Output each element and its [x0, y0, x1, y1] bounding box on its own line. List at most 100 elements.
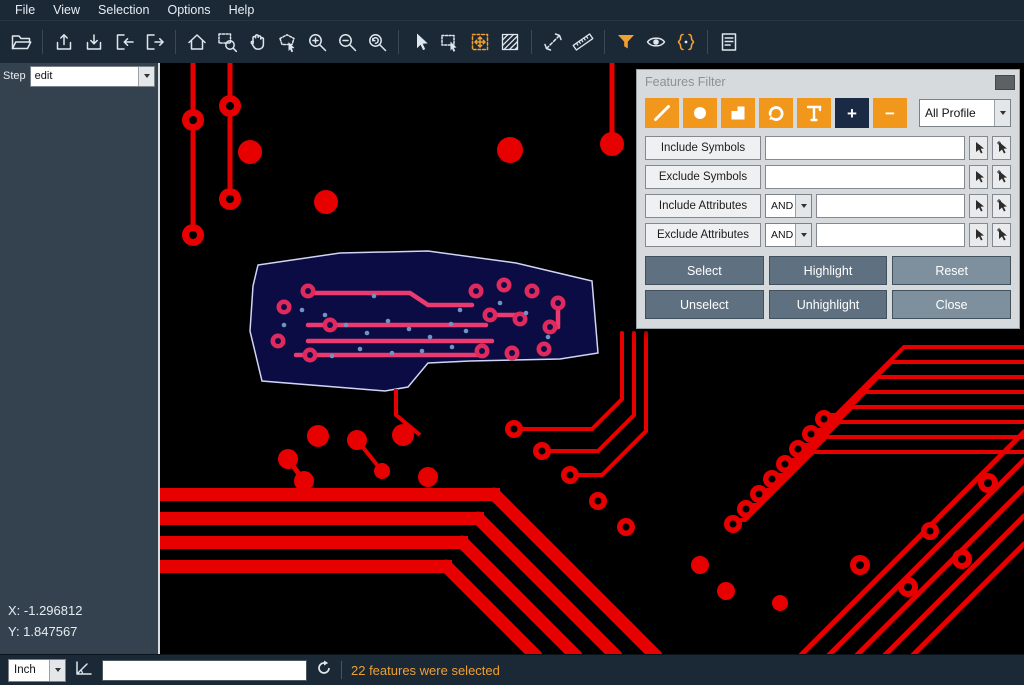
features-filter-dialog: Features Filter + − All Profile — [636, 69, 1020, 329]
import-top-icon[interactable] — [79, 27, 109, 57]
select-area-icon[interactable] — [435, 27, 465, 57]
toolbar-separator — [531, 30, 532, 54]
menubar: File View Selection Options Help — [0, 0, 1024, 20]
include-attributes-input[interactable] — [816, 194, 965, 218]
dialog-titlebar[interactable]: Features Filter — [637, 70, 1019, 94]
units-value: Inch — [9, 664, 49, 676]
measure-ruler-icon[interactable] — [568, 27, 598, 57]
remove-filter-button[interactable]: − — [873, 98, 907, 128]
dialog-buttons: Select Highlight Reset Unselect Unhighli… — [637, 252, 1019, 328]
menu-file[interactable]: File — [6, 0, 44, 20]
zoom-in-icon[interactable] — [302, 27, 332, 57]
exclude-symbols-label[interactable]: Exclude Symbols — [645, 165, 761, 189]
include-attributes-pick-button[interactable] — [969, 194, 988, 218]
features-filter-icon[interactable] — [611, 27, 641, 57]
toolbar-separator — [604, 30, 605, 54]
exclude-symbols-row: Exclude Symbols — [645, 165, 1011, 189]
show-eye-icon[interactable] — [641, 27, 671, 57]
exclude-symbols-pick-button[interactable] — [969, 165, 988, 189]
surface-tool-button[interactable] — [721, 98, 755, 128]
menu-selection[interactable]: Selection — [89, 0, 158, 20]
step-value: edit — [31, 70, 138, 82]
statusbar: Inch 22 features were selected — [0, 654, 1024, 685]
import-left-icon[interactable] — [109, 27, 139, 57]
export-right-icon[interactable] — [139, 27, 169, 57]
cursor-coordinates: X: -1.296812 Y: 1.847567 — [0, 600, 158, 654]
step-row: Step edit — [0, 63, 158, 89]
report-list-icon[interactable] — [714, 27, 744, 57]
exclude-attributes-pick-add-button[interactable] — [992, 223, 1011, 247]
angle-measure-icon[interactable] — [75, 660, 93, 681]
unselect-button[interactable]: Unselect — [645, 290, 764, 319]
dialog-tool-row: + − All Profile — [637, 94, 1019, 136]
home-icon[interactable] — [182, 27, 212, 57]
menu-help[interactable]: Help — [220, 0, 264, 20]
dialog-title: Features Filter — [645, 75, 726, 89]
exclude-attributes-input[interactable] — [816, 223, 965, 247]
exclude-symbols-pick-add-button[interactable] — [992, 165, 1011, 189]
lasso-select-icon[interactable] — [272, 27, 302, 57]
exclude-attributes-pick-button[interactable] — [969, 223, 988, 247]
refresh-icon[interactable] — [316, 660, 332, 681]
chevron-down-icon — [801, 233, 807, 237]
pad-tool-button[interactable] — [683, 98, 717, 128]
add-filter-button[interactable]: + — [835, 98, 869, 128]
include-symbols-input[interactable] — [765, 136, 965, 160]
profile-select[interactable]: All Profile — [919, 99, 1011, 127]
exclude-symbols-input[interactable] — [765, 165, 965, 189]
toolbar-separator — [707, 30, 708, 54]
pointer-icon[interactable] — [405, 27, 435, 57]
toolbar-separator — [398, 30, 399, 54]
dialog-close-button[interactable] — [995, 75, 1015, 90]
command-input[interactable] — [102, 660, 307, 681]
include-attributes-pick-add-button[interactable] — [992, 194, 1011, 218]
main-area: Step edit X: -1.296812 Y: 1.847567 — [0, 63, 1024, 654]
menu-options[interactable]: Options — [158, 0, 219, 20]
text-tool-button[interactable] — [797, 98, 831, 128]
attributes-icon[interactable] — [671, 27, 701, 57]
open-folder-icon[interactable] — [6, 27, 36, 57]
highlight-button[interactable]: Highlight — [769, 256, 888, 285]
zoom-out-icon[interactable] — [332, 27, 362, 57]
move-selection-icon[interactable] — [465, 27, 495, 57]
step-select[interactable]: edit — [30, 66, 155, 87]
include-attributes-operator-select[interactable]: AND — [765, 194, 812, 218]
include-symbols-label[interactable]: Include Symbols — [645, 136, 761, 160]
coordinate-x: X: -1.296812 — [8, 600, 158, 621]
close-button[interactable]: Close — [892, 290, 1011, 319]
units-select[interactable]: Inch — [8, 659, 66, 682]
pattern-fill-icon[interactable] — [495, 27, 525, 57]
chevron-down-icon — [1000, 111, 1006, 115]
step-label: Step — [3, 70, 26, 82]
include-attributes-label[interactable]: Include Attributes — [645, 194, 761, 218]
units-dropdown-button[interactable] — [49, 660, 65, 681]
include-attributes-row: Include Attributes AND — [645, 194, 1011, 218]
exclude-attributes-operator-select[interactable]: AND — [765, 223, 812, 247]
exclude-attributes-row: Exclude Attributes AND — [645, 223, 1011, 247]
coordinate-y: Y: 1.847567 — [8, 621, 158, 642]
step-dropdown-button[interactable] — [138, 67, 154, 86]
toolbar — [0, 20, 1024, 63]
include-symbols-pick-button[interactable] — [969, 136, 988, 160]
zoom-window-icon[interactable] — [212, 27, 242, 57]
include-symbols-pick-add-button[interactable] — [992, 136, 1011, 160]
status-message: 22 features were selected — [351, 663, 500, 678]
profile-dropdown-button[interactable] — [994, 100, 1010, 126]
include-symbols-row: Include Symbols — [645, 136, 1011, 160]
pan-hand-icon[interactable] — [242, 27, 272, 57]
measure-line-icon[interactable] — [538, 27, 568, 57]
unhighlight-button[interactable]: Unhighlight — [769, 290, 888, 319]
select-button[interactable]: Select — [645, 256, 764, 285]
zoom-reset-icon[interactable] — [362, 27, 392, 57]
chevron-down-icon — [55, 668, 61, 672]
line-tool-button[interactable] — [645, 98, 679, 128]
arc-tool-button[interactable] — [759, 98, 793, 128]
exclude-attributes-label[interactable]: Exclude Attributes — [645, 223, 761, 247]
layer-sidebar: Step edit X: -1.296812 Y: 1.847567 — [0, 63, 160, 654]
toolbar-separator — [42, 30, 43, 54]
export-top-icon[interactable] — [49, 27, 79, 57]
canvas-area: Features Filter + − All Profile — [160, 63, 1024, 654]
reset-button[interactable]: Reset — [892, 256, 1011, 285]
menu-view[interactable]: View — [44, 0, 89, 20]
chevron-down-icon — [801, 204, 807, 208]
